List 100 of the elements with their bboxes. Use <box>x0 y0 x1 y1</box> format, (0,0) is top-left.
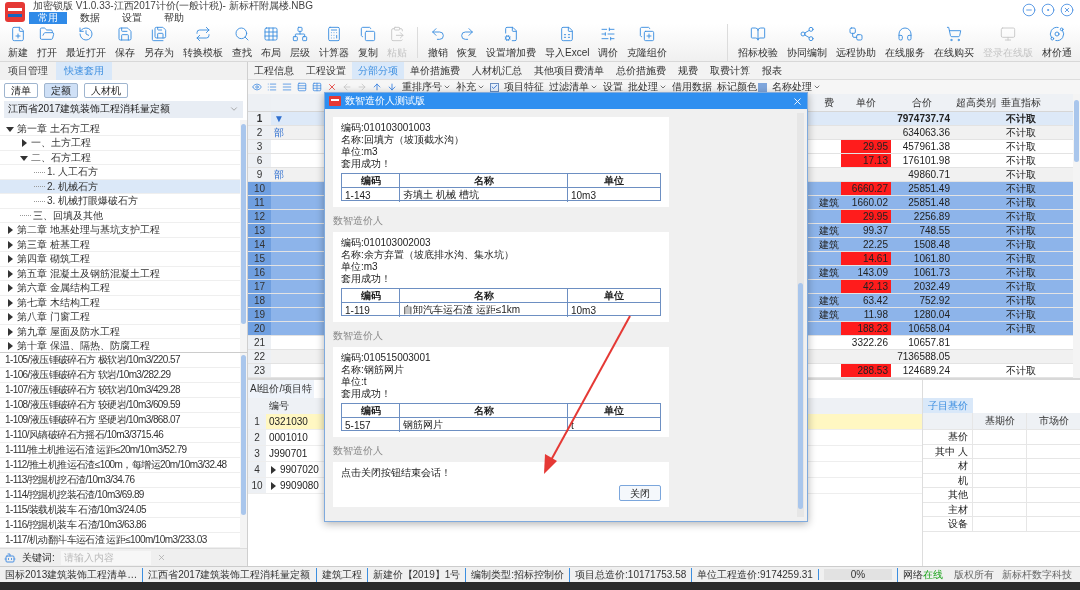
table-cell: 0001010 <box>269 432 308 443</box>
status-text: 网络在线 <box>902 567 943 582</box>
message-line: 名称:回填方（坡顶截水沟） <box>341 134 465 146</box>
tree-marker: 部 <box>274 125 284 140</box>
column-header: 编码 <box>360 404 381 418</box>
price-cell: 42.13 <box>841 280 891 293</box>
price-cell-text: 1660.02 <box>850 196 889 209</box>
table-cell: 不计取 <box>1005 307 1036 322</box>
table-cell: 457961.38 <box>902 141 950 152</box>
row-number: 3 <box>254 448 260 459</box>
sender-label: 数智造价人 <box>333 214 384 228</box>
status-text: 单位工程造价:9174259.31 <box>697 567 813 582</box>
price-cell: 17.13 <box>841 154 891 167</box>
table-cell: 0321030 <box>269 416 308 427</box>
table-cell: 建筑 <box>819 307 839 322</box>
checkbox-label: 项目特征 <box>504 80 544 94</box>
table-cell: 不计取 <box>1005 125 1036 140</box>
table-cell: 不计取 <box>1005 195 1036 210</box>
table-cell: 10m3 <box>571 304 596 316</box>
message-line: 套用成功！ <box>341 388 392 400</box>
row-label: 其中 人 <box>935 444 968 459</box>
table-cell: 建筑 <box>819 293 839 308</box>
table-cell: 夯填土 机械 槽坑 <box>403 188 479 202</box>
table-cell: 10658.04 <box>908 323 950 334</box>
window-title: 加密锁版 V1.0.33-江西2017计价(一般计税)- 新标杆附属楼.NBG <box>32 0 315 12</box>
row-number: 12 <box>253 211 266 222</box>
price-cell-text: 11.98 <box>862 308 889 321</box>
column-header: 名称 <box>473 174 494 188</box>
column-header: 垂直指标 <box>1000 95 1041 110</box>
price-cell: 14.61 <box>841 252 891 265</box>
table-cell: 176101.98 <box>902 155 950 166</box>
table-cell: J990701 <box>269 448 308 459</box>
message-line: 单位:t <box>341 376 368 388</box>
table-cell: 不计取 <box>1005 293 1036 308</box>
row-number: 3 <box>256 141 263 152</box>
row-number: 15 <box>253 253 266 264</box>
table-cell: 10m3 <box>571 189 596 201</box>
price-cell-text: 3322.26 <box>850 336 889 349</box>
table-cell: 不计取 <box>1005 363 1036 378</box>
table-cell: 7136588.05 <box>897 351 950 362</box>
table-cell: 不计取 <box>1005 111 1036 126</box>
table-cell: 752.92 <box>919 295 950 306</box>
table-cell: 1-119 <box>345 304 370 316</box>
table-cell: 不计取 <box>1005 209 1036 224</box>
table-cell: 不计取 <box>1005 237 1036 252</box>
message-line: 名称:钢筋网片 <box>341 364 405 376</box>
row-label: 设备 <box>948 517 968 531</box>
column-header: 合价 <box>912 95 932 110</box>
table-cell: 25851.49 <box>908 183 950 194</box>
table-cell: 不计取 <box>1005 223 1036 238</box>
row-label: 材 <box>958 459 968 473</box>
column-header: 名称 <box>473 289 494 303</box>
table-cell: 不计取 <box>1005 139 1036 154</box>
message-line: 单位:m3 <box>341 146 379 158</box>
table-cell: 建筑 <box>819 195 839 210</box>
table-cell: 5-157 <box>345 419 371 431</box>
row-number: 10 <box>251 480 263 491</box>
message-line: 名称:余方弃置（坡底排水沟、集水坑） <box>341 249 515 261</box>
keyword-label: 关键词: <box>22 550 55 565</box>
table-cell: 748.55 <box>919 225 950 236</box>
tree-marker: ▼ <box>274 113 284 124</box>
price-cell: 29.95 <box>841 140 891 153</box>
status-text: 项目总造价:10171753.58 <box>575 567 687 582</box>
table-cell: 不计取 <box>1005 153 1036 168</box>
message-line: 编码:010103001003 <box>341 122 432 134</box>
table-cell: 建筑 <box>819 223 839 238</box>
row-number: 6 <box>256 155 263 166</box>
sender-label: 数智造价人 <box>333 444 384 458</box>
table-cell: 1-143 <box>345 189 371 201</box>
column-header: 编码 <box>360 289 381 303</box>
row-number: 2 <box>256 127 263 138</box>
message-line: 编码:010103002003 <box>341 237 432 249</box>
message-line: 套用成功！ <box>341 273 392 285</box>
status-text: 新标杆数字科技 <box>1002 567 1072 582</box>
price-cell-text: 63.42 <box>861 294 889 307</box>
row-label: 基价 <box>948 430 968 444</box>
tree-marker: 部 <box>274 167 284 182</box>
table-cell: 不计取 <box>1005 265 1036 280</box>
row-number: 10 <box>253 183 266 194</box>
column-header: 名称 <box>473 404 494 418</box>
table-cell: 不计取 <box>1005 251 1036 266</box>
table-cell: 1061.80 <box>913 253 950 264</box>
table-cell: 不计取 <box>1005 167 1036 182</box>
table-cell: 634063.36 <box>902 127 950 138</box>
row-number: 17 <box>253 281 266 292</box>
message-line: 编码:010515003001 <box>341 352 432 364</box>
dialog-title: 数智造价人测试版 <box>345 94 426 108</box>
price-cell: 6660.27 <box>841 182 891 195</box>
status-text: 版权所有 <box>954 567 994 582</box>
price-cell-text: 22.25 <box>861 238 889 251</box>
column-header: 单位 <box>604 289 624 303</box>
row-label: 主材 <box>948 502 968 517</box>
row-number: 9 <box>256 169 263 180</box>
column-header: 基期价 <box>984 414 1015 428</box>
status-text: 新建价【2019】1号 <box>372 567 461 582</box>
table-cell: 9909080 <box>280 480 319 491</box>
table-cell: 2032.49 <box>913 281 950 292</box>
message-line: 套用成功！ <box>341 158 392 170</box>
status-text: 江西省2017建筑装饰工程消耗量定额 <box>148 567 311 582</box>
price-cell: 288.53 <box>841 364 891 377</box>
